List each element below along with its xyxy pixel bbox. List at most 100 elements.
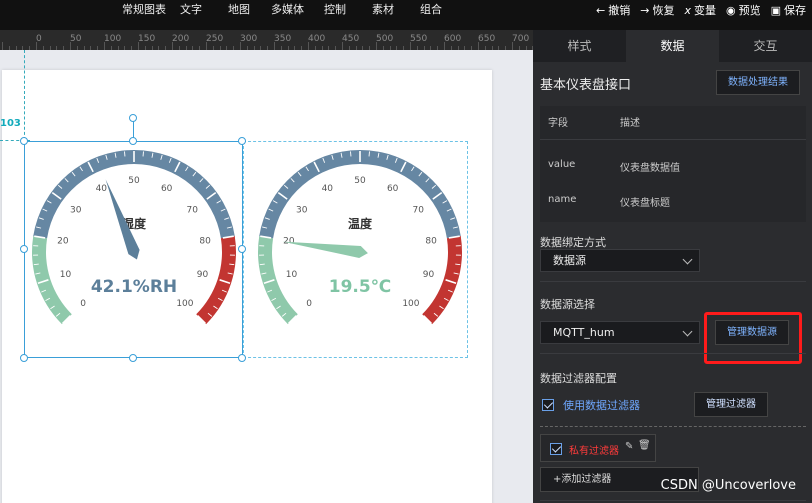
top-bar: 常规图表 文字 地图 多媒体 控制 素材 组合 ← 撤销 → 恢复 x 变量 ◉… [0, 0, 812, 30]
menu-item-materials[interactable]: 素材 [372, 0, 420, 22]
ruler-tick-label: 450 [342, 34, 360, 44]
menu-item-text[interactable]: 文字 [180, 0, 228, 22]
gauge-tick-label: 60 [161, 184, 173, 194]
gauge-tick-label: 100 [176, 299, 193, 309]
gauge-reading: 19.5℃ [329, 277, 392, 297]
field-header-key: 字段 [548, 118, 568, 129]
manage-filter-button[interactable]: 管理过滤器 [694, 392, 768, 417]
ruler-tick [342, 42, 343, 50]
gauge-tick-label: 50 [354, 176, 366, 186]
ruler-tick [138, 42, 139, 50]
resize-handle-top[interactable] [129, 137, 137, 145]
ruler-tick-label: 550 [410, 34, 428, 44]
tab-interaction[interactable]: 交互 [719, 30, 812, 62]
ruler-tick-label: 250 [206, 34, 224, 44]
gauge-tick [455, 263, 461, 266]
private-filter-checkbox[interactable] [550, 443, 562, 455]
data-result-button[interactable]: 数据处理结果 [716, 70, 800, 95]
gauge-tick-label: 10 [286, 270, 298, 280]
gauge-tick-label: 80 [199, 237, 211, 247]
ruler-tick-label: 400 [308, 34, 326, 44]
edit-icon[interactable]: ✎ [625, 441, 633, 452]
gauge-title: 温度 [348, 216, 373, 231]
bind-mode-value: 数据源 [553, 254, 586, 267]
gauge-tick-label: 10 [60, 270, 72, 280]
field-desc: 仪表盘数据值 [620, 163, 680, 174]
temperature-gauge[interactable]: 0 10 20 30 40 50 60 70 80 90 100 温度 19.5℃ [254, 146, 466, 358]
gauge-tick-label: 30 [70, 206, 82, 216]
ruler-tick-label: 200 [172, 34, 190, 44]
gauge-tick-label: 30 [296, 206, 308, 216]
gauge-tick-label: 40 [96, 184, 108, 194]
divider [540, 353, 806, 354]
trash-icon[interactable]: 🗑 [638, 440, 651, 451]
gauge-tick-label: 90 [423, 270, 435, 280]
top-actions: ← 撤销 → 恢复 x 变量 ◉ 预览 ▣ 保存 [596, 0, 806, 22]
highlight-box [704, 312, 802, 364]
ruler-tick-label: 650 [478, 34, 496, 44]
gauge-tick-label: 60 [387, 184, 399, 194]
gauge-needle [282, 241, 368, 258]
ruler-tick-label: 300 [240, 34, 258, 44]
redo-button[interactable]: → 恢复 [640, 0, 674, 22]
gauge-tick [229, 263, 235, 266]
tab-data[interactable]: 数据 [626, 30, 719, 62]
bind-mode-select[interactable]: 数据源 [540, 249, 700, 272]
gauge-tick [259, 263, 265, 266]
save-icon: ▣ [770, 4, 781, 17]
ruler-tick [70, 42, 71, 50]
ruler-tick-label: 150 [138, 34, 156, 44]
bind-mode-label: 数据绑定方式 [540, 236, 606, 249]
horizontal-ruler: 0 50 100 150 200 250 300 350 400 450 500 550 600 650 7… [0, 30, 533, 50]
ruler-tick-label: 100 [104, 34, 122, 44]
gauge-tick-label: 70 [187, 206, 199, 216]
field-table: 字段 描述 value 仪表盘数据值 name 仪表盘标题 [540, 106, 806, 222]
guide-position-label: 103 [0, 118, 21, 129]
private-filter-label: 私有过滤器 [569, 446, 619, 457]
ruler-tick [206, 42, 207, 50]
menu-item-control[interactable]: 控制 [324, 0, 372, 22]
menu-item-map[interactable]: 地图 [228, 0, 271, 22]
ruler-tick [274, 42, 275, 50]
undo-button[interactable]: ← 撤销 [596, 0, 630, 22]
resize-handle-top-left[interactable] [20, 137, 28, 145]
variable-button[interactable]: x 变量 [684, 0, 716, 22]
ruler-tick [512, 42, 513, 50]
private-filter-item[interactable]: 私有过滤器 ✎ 🗑 [540, 434, 656, 462]
alignment-guide-vertical [24, 50, 25, 140]
divider [540, 281, 806, 282]
menu-item-media[interactable]: 多媒体 [271, 0, 324, 22]
gauge-tick-label: 50 [128, 176, 140, 186]
menu-item-charts[interactable]: 常规图表 [122, 0, 180, 22]
filter-config-label: 数据过滤器配置 [540, 372, 617, 385]
data-source-value: MQTT_hum [553, 326, 615, 339]
chevron-down-icon [682, 254, 693, 265]
save-button[interactable]: ▣ 保存 [771, 0, 806, 22]
field-header-desc: 描述 [620, 118, 640, 129]
watermark: CSDN @Uncoverlove [660, 478, 796, 493]
divider [540, 426, 806, 427]
resize-handle-bottom-left[interactable] [20, 354, 28, 362]
gauge-tick-label: 20 [57, 237, 69, 247]
canvas-area[interactable]: 103 0 10 20 30 40 50 60 70 80 90 100 湿度 42.1%RH 0 10 2… [0, 50, 533, 503]
properties-panel: 样式 数据 交互 基本仪表盘接口 数据处理结果 字段 描述 value 仪表盘数… [533, 30, 812, 503]
preview-button[interactable]: ◉ 预览 [726, 0, 761, 22]
field-key: name [548, 194, 577, 205]
data-source-select[interactable]: MQTT_hum [540, 321, 700, 344]
rotate-handle[interactable] [129, 114, 137, 122]
ruler-tick [308, 42, 309, 50]
resize-handle-left[interactable] [20, 245, 28, 253]
section-title: 基本仪表盘接口 [540, 78, 632, 93]
gauge-reading: 42.1%RH [91, 277, 177, 297]
tab-style[interactable]: 样式 [533, 30, 626, 62]
use-filter-label[interactable]: 使用数据过滤器 [563, 397, 640, 413]
ruler-tick [36, 42, 37, 50]
menu-item-group[interactable]: 组合 [420, 0, 460, 22]
component-menu: 常规图表 文字 地图 多媒体 控制 素材 组合 [122, 0, 460, 22]
humidity-gauge[interactable]: 0102030405060708090100湿度42.1%RH [28, 146, 240, 358]
panel-tabs: 样式 数据 交互 [533, 30, 812, 62]
gauge-tick-label: 90 [197, 270, 209, 280]
resize-handle-top-right[interactable] [238, 137, 246, 145]
use-filter-checkbox[interactable] [542, 399, 554, 411]
ruler-tick [376, 42, 377, 50]
